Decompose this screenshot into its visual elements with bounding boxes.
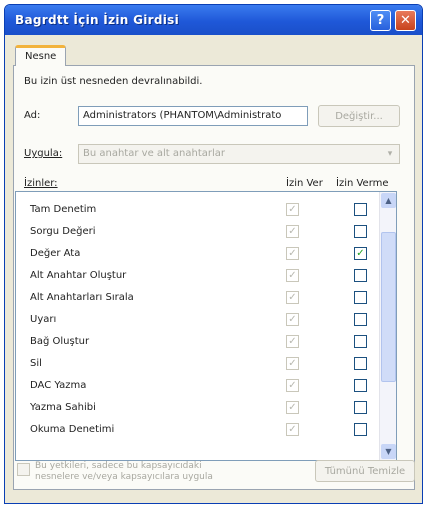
tab-object[interactable]: Nesne	[15, 45, 67, 66]
apply-inherit-label: Bu yetkileri, sadece bu kapsayıcıdaki ne…	[35, 461, 213, 482]
allow-checkbox[interactable]: ✓	[286, 423, 299, 436]
deny-checkbox[interactable]	[354, 423, 367, 436]
allow-checkbox[interactable]: ✓	[286, 203, 299, 216]
apply-to-value: Bu anahtar ve alt anahtarlar	[83, 148, 226, 159]
permissions-label: İzinler:	[24, 178, 58, 189]
change-button[interactable]: Değiştir...	[318, 105, 400, 127]
scroll-up-arrow-icon[interactable]: ▲	[381, 193, 396, 208]
allow-checkbox[interactable]: ✓	[286, 247, 299, 260]
permission-row: Alt Anahtar Oluştur ✓	[16, 266, 380, 286]
apply-to-label: Uygula:	[24, 148, 63, 159]
permission-name: Alt Anahtar Oluştur	[30, 270, 127, 281]
close-button[interactable]: ✕	[395, 10, 416, 31]
permission-row: Okuma Denetimi ✓	[16, 420, 380, 440]
permission-name: Yazma Sahibi	[30, 402, 96, 413]
allow-checkbox[interactable]: ✓	[286, 379, 299, 392]
permission-row: Yazma Sahibi ✓	[16, 398, 380, 418]
permission-name: Alt Anahtarları Sırala	[30, 292, 134, 303]
permission-row: Alt Anahtarları Sırala ✓	[16, 288, 380, 308]
name-field[interactable]: Administrators (PHANTOM\Administrato	[78, 106, 308, 126]
deny-checkbox[interactable]	[354, 203, 367, 216]
permissions-scrollbar[interactable]: ▲ ▼	[379, 192, 396, 460]
permission-row: Bağ Oluştur ✓	[16, 332, 380, 352]
allow-checkbox[interactable]: ✓	[286, 313, 299, 326]
deny-checkbox[interactable]	[354, 225, 367, 238]
allow-column-header: İzin Ver	[286, 178, 323, 189]
permission-row: Tam Denetim ✓	[16, 200, 380, 220]
permission-row: DAC Yazma ✓	[16, 376, 380, 396]
permission-name: Okuma Denetimi	[30, 424, 115, 435]
scroll-thumb[interactable]	[381, 232, 396, 382]
deny-checkbox[interactable]	[354, 379, 367, 392]
permission-entry-dialog: Bagrdtt İçin İzin Girdisi ? ✕ Nesne Bu i…	[4, 4, 423, 504]
permission-name: Bağ Oluştur	[30, 336, 90, 347]
deny-checkbox[interactable]	[354, 335, 367, 348]
allow-checkbox[interactable]: ✓	[286, 291, 299, 304]
permission-name: Uyarı	[30, 314, 57, 325]
deny-checkbox[interactable]	[354, 291, 367, 304]
clear-all-button[interactable]: Tümünü Temizle	[315, 460, 415, 482]
permission-name: Sorgu Değeri	[30, 226, 96, 237]
deny-checkbox[interactable]	[354, 313, 367, 326]
allow-checkbox[interactable]: ✓	[286, 335, 299, 348]
scroll-down-arrow-icon[interactable]: ▼	[381, 444, 396, 459]
chevron-down-icon[interactable]: ▾	[382, 146, 398, 162]
permission-row: Değer Ata ✓ ✓	[16, 244, 380, 264]
permission-name: DAC Yazma	[30, 380, 87, 391]
permission-name: Değer Ata	[30, 248, 81, 259]
title-bar[interactable]: Bagrdtt İçin İzin Girdisi ? ✕	[5, 5, 422, 35]
deny-checkbox[interactable]	[354, 401, 367, 414]
deny-column-header: İzin Verme	[336, 178, 389, 189]
allow-checkbox[interactable]: ✓	[286, 357, 299, 370]
help-button[interactable]: ?	[370, 10, 391, 31]
permission-row: Sil ✓	[16, 354, 380, 374]
permission-row: Sorgu Değeri ✓	[16, 222, 380, 242]
deny-checkbox[interactable]	[354, 269, 367, 282]
tab-strip: Nesne	[15, 45, 67, 66]
allow-checkbox[interactable]: ✓	[286, 225, 299, 238]
name-label: Ad:	[24, 110, 41, 121]
permission-name: Tam Denetim	[30, 204, 97, 215]
window-title: Bagrdtt İçin İzin Girdisi	[15, 13, 180, 27]
apply-to-dropdown[interactable]: Bu anahtar ve alt anahtarlar ▾	[78, 144, 400, 164]
permission-name: Sil	[30, 358, 42, 369]
permissions-list[interactable]: Tam Denetim ✓ Sorgu Değeri ✓ Değer Ata ✓ ✓ Alt …	[15, 191, 397, 461]
permission-row: Uyarı ✓	[16, 310, 380, 330]
inheritance-info-text: Bu izin üst nesneden devralınabildi.	[24, 76, 203, 87]
allow-checkbox[interactable]: ✓	[286, 401, 299, 414]
deny-checkbox[interactable]	[354, 357, 367, 370]
allow-checkbox[interactable]: ✓	[286, 269, 299, 282]
deny-checkbox[interactable]: ✓	[354, 247, 367, 260]
apply-inherit-checkbox[interactable]	[17, 463, 30, 476]
